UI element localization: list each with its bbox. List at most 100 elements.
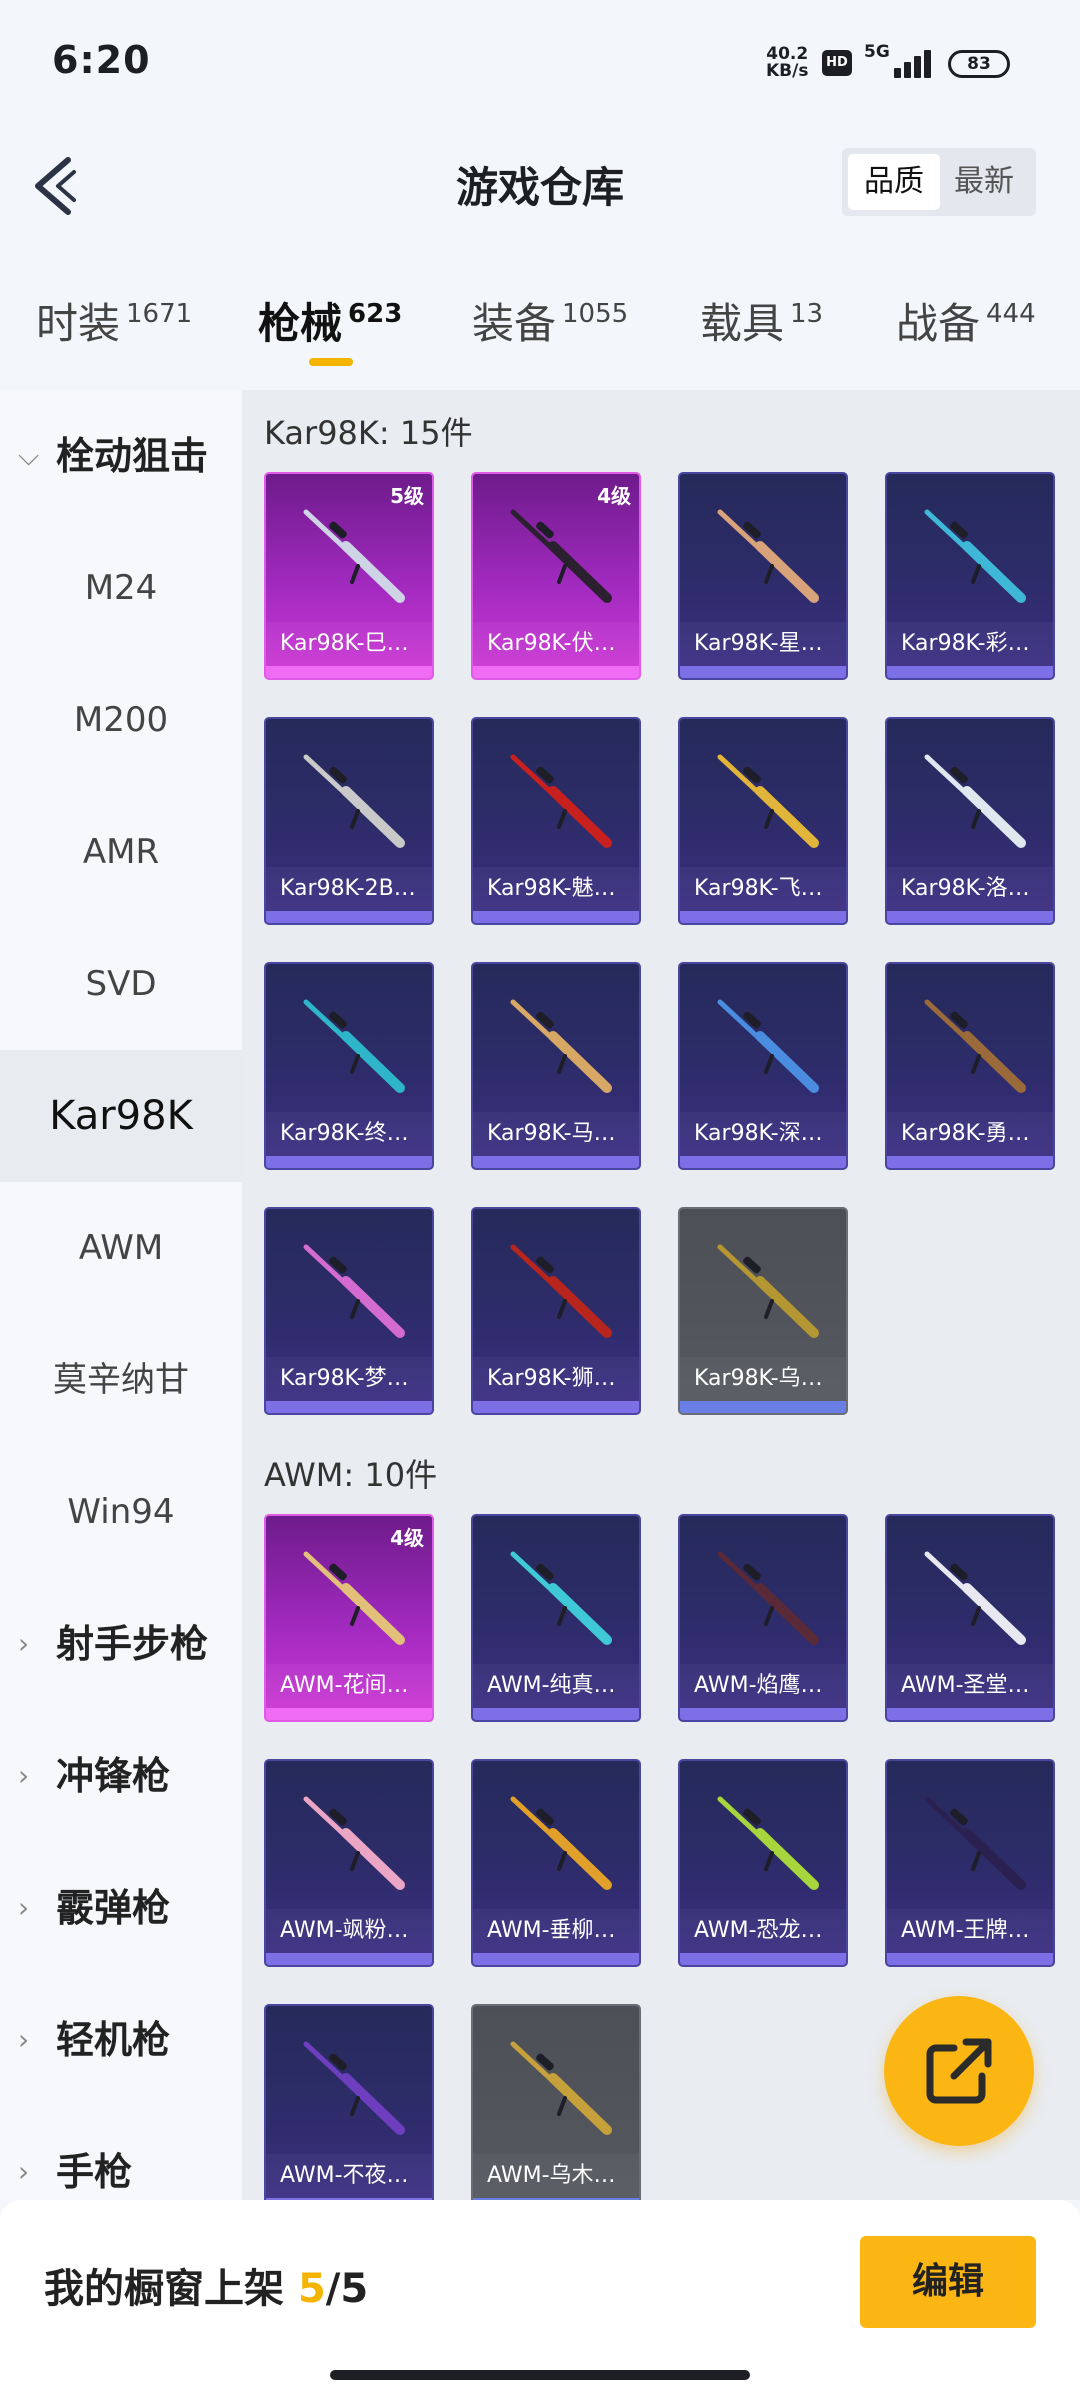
rifle-icon	[924, 999, 1026, 1093]
sidebar-item-label: 冲锋枪	[56, 1754, 171, 1798]
rarity-strip	[887, 911, 1053, 923]
item-name: Kar98K-狮…	[473, 1357, 639, 1401]
net-speed: 40.2 KB/s	[766, 46, 808, 80]
rifle-icon	[510, 1244, 612, 1338]
sidebar-item[interactable]: AWM	[0, 1182, 242, 1314]
tab-supplies[interactable]: 战备 444	[896, 290, 1036, 351]
sidebar-group[interactable]: › 冲锋枪	[0, 1710, 242, 1842]
rifle-icon	[510, 999, 612, 1093]
item-card[interactable]: AWM-不夜…	[264, 2004, 434, 2200]
tab-fashion[interactable]: 时装 1671	[36, 290, 192, 351]
item-card[interactable]: Kar98K-深…	[678, 962, 848, 1170]
rarity-strip	[680, 1953, 846, 1965]
sidebar-item-label: M200	[73, 700, 169, 740]
sidebar-group[interactable]: › 射手步枪	[0, 1578, 242, 1710]
sidebar-item[interactable]: AMR	[0, 786, 242, 918]
item-card[interactable]: AWM-纯真…	[471, 1514, 641, 1722]
tab-active-indicator	[309, 358, 353, 366]
sidebar-item[interactable]: SVD	[0, 918, 242, 1050]
sidebar-group[interactable]: › 轻机枪	[0, 1974, 242, 2106]
sort-quality-button[interactable]: 品质	[848, 154, 940, 210]
sidebar-group[interactable]: ⌵ 栓动狙击	[0, 390, 242, 522]
sidebar-item[interactable]: M24	[0, 522, 242, 654]
item-card[interactable]: AWM-焰鹰…	[678, 1514, 848, 1722]
rarity-strip	[887, 666, 1053, 678]
tab-vehicles[interactable]: 载具 13	[700, 290, 823, 351]
rifle-icon	[717, 754, 819, 848]
rifle-icon	[717, 509, 819, 603]
rifle-icon	[303, 2041, 405, 2135]
rarity-strip	[473, 666, 639, 678]
rifle-icon	[303, 1244, 405, 1338]
rifle-icon	[924, 509, 1026, 603]
item-card[interactable]: Kar98K-飞…	[678, 717, 848, 925]
item-card[interactable]: AWM-王牌…	[885, 1759, 1055, 1967]
item-name: AWM-圣堂…	[887, 1664, 1053, 1708]
rarity-strip	[473, 1953, 639, 1965]
item-card[interactable]: 5级 Kar98K-巳…	[264, 472, 434, 680]
item-name: Kar98K-飞…	[680, 867, 846, 911]
item-card[interactable]: AWM-恐龙…	[678, 1759, 848, 1967]
sidebar-item-label: 射手步枪	[56, 1622, 209, 1666]
item-card[interactable]: Kar98K-梦…	[264, 1207, 434, 1415]
sidebar-item[interactable]: Kar98K	[0, 1050, 242, 1182]
showcase-total: 5	[340, 2266, 369, 2312]
tab-equipment[interactable]: 装备 1055	[472, 290, 628, 351]
showcase-status: 我的橱窗上架 5/5	[44, 2256, 368, 2314]
rarity-strip	[473, 1708, 639, 1720]
share-export-button[interactable]	[884, 1996, 1034, 2146]
chevron-right-icon: ›	[18, 1759, 30, 1792]
item-name: AWM-王牌…	[887, 1909, 1053, 1953]
item-card[interactable]: AWM-垂柳…	[471, 1759, 641, 1967]
item-card[interactable]: 4级 AWM-花间…	[264, 1514, 434, 1722]
item-card[interactable]: AWM-乌木…	[471, 2004, 641, 2200]
sidebar-item-label: 霰弹枪	[56, 1886, 171, 1930]
rifle-icon	[303, 999, 405, 1093]
rarity-strip	[266, 1401, 432, 1413]
item-card[interactable]: Kar98K-魅…	[471, 717, 641, 925]
sort-latest-button[interactable]: 最新	[938, 154, 1030, 210]
sort-toggle: 品质 最新	[842, 148, 1036, 216]
item-card[interactable]: AWM-飒粉…	[264, 1759, 434, 1967]
rarity-strip	[266, 1708, 432, 1720]
item-card[interactable]: 4级 Kar98K-伏…	[471, 472, 641, 680]
showcase-sep: /	[325, 2266, 341, 2312]
item-grid: Kar98K: 15件 5级 Kar98K-巳… 4级 Kar98K-伏… Kar98K-…	[242, 390, 1080, 2200]
item-card[interactable]: Kar98K-勇…	[885, 962, 1055, 1170]
sidebar-item[interactable]: M200	[0, 654, 242, 786]
rifle-icon	[510, 509, 612, 603]
item-card[interactable]: Kar98K-马…	[471, 962, 641, 1170]
signal-icon: 5G	[864, 42, 934, 82]
sidebar-item[interactable]: Win94	[0, 1446, 242, 1578]
item-card[interactable]: Kar98K-乌…	[678, 1207, 848, 1415]
rifle-icon	[510, 754, 612, 848]
item-card[interactable]: Kar98K-2B…	[264, 717, 434, 925]
sidebar-item-label: Kar98K	[49, 1093, 193, 1139]
status-bar: 6:20 40.2 KB/s HD 5G 83	[0, 0, 1080, 120]
tab-guns[interactable]: 枪械 623	[258, 290, 402, 351]
item-card[interactable]: Kar98K-星…	[678, 472, 848, 680]
item-name: Kar98K-深…	[680, 1112, 846, 1156]
item-name: Kar98K-星…	[680, 622, 846, 666]
item-card[interactable]: Kar98K-彩…	[885, 472, 1055, 680]
rarity-strip	[266, 911, 432, 923]
item-card[interactable]: Kar98K-洛…	[885, 717, 1055, 925]
item-name: AWM-不夜…	[266, 2154, 432, 2198]
showcase-current: 5	[297, 2266, 326, 2312]
rifle-icon	[717, 1551, 819, 1645]
sidebar-item-label: 莫辛纳甘	[53, 1360, 189, 1400]
rifle-icon	[303, 1551, 405, 1645]
home-indicator[interactable]	[330, 2370, 750, 2380]
rarity-strip	[680, 666, 846, 678]
chevron-down-icon: ⌵	[18, 439, 40, 472]
item-card[interactable]: Kar98K-终…	[264, 962, 434, 1170]
share-export-icon	[926, 2038, 992, 2104]
item-card[interactable]: Kar98K-狮…	[471, 1207, 641, 1415]
rifle-icon	[924, 1796, 1026, 1890]
sidebar-item[interactable]: 莫辛纳甘	[0, 1314, 242, 1446]
item-name: Kar98K-洛…	[887, 867, 1053, 911]
sidebar-group[interactable]: › 霰弹枪	[0, 1842, 242, 1974]
item-card[interactable]: AWM-圣堂…	[885, 1514, 1055, 1722]
edit-button[interactable]: 编辑	[860, 2236, 1036, 2328]
sidebar-item-label: AMR	[82, 832, 160, 872]
